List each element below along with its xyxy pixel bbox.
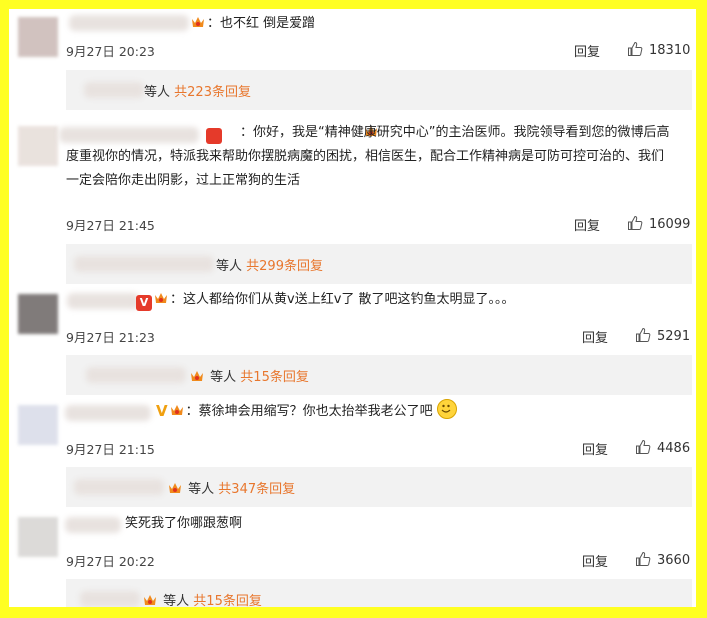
like-count: 18310 <box>649 43 691 58</box>
like-button[interactable]: 16099 <box>627 215 690 232</box>
reply-user-blurred <box>80 591 140 607</box>
reply-count[interactable]: 共299条回复 <box>246 259 323 274</box>
reply-count[interactable]: 共15条回复 <box>240 370 309 385</box>
reply-count[interactable]: 共15条回复 <box>193 594 262 607</box>
like-count: 16099 <box>649 217 691 232</box>
verified-v-icon: V <box>136 295 152 311</box>
username-blurred[interactable] <box>69 15 189 31</box>
avatar[interactable] <box>18 126 58 166</box>
like-count: 5291 <box>657 329 691 344</box>
vip-badge-icon <box>223 123 377 137</box>
sub-replies-summary[interactable]: 等人 共15条回复 <box>141 590 262 607</box>
sub-replies-summary[interactable]: 等人 共299条回复 <box>216 255 323 274</box>
like-count: 3660 <box>657 553 691 568</box>
thumb-up-icon <box>628 215 643 230</box>
sub-replies-summary[interactable]: 等人 共223条回复 <box>144 81 251 100</box>
like-button[interactable]: 18310 <box>627 41 690 58</box>
verified-v-icon: V <box>156 402 168 420</box>
comment-text: V ：这人都给你们从黄v送上红v了 散了吧这钓鱼太明显了。。。 <box>136 288 676 312</box>
reply-user-blurred <box>74 256 214 272</box>
comment-time: 9月27日 20:22 <box>66 554 155 569</box>
like-count: 4486 <box>657 441 691 456</box>
sub-replies[interactable]: 等人 共299条回复 <box>66 244 692 284</box>
verified-v-icon: V <box>206 128 355 144</box>
reply-button[interactable]: 回复 <box>582 551 608 570</box>
comment-time: 9月27日 20:23 <box>66 44 155 59</box>
reply-button[interactable]: 回复 <box>582 327 608 346</box>
comment-text: V ：蔡徐坤会用缩写？你也太抬举我老公了吧 <box>156 399 676 424</box>
reply-count[interactable]: 共347条回复 <box>218 482 295 497</box>
thumb-up-icon <box>636 551 651 566</box>
reply-button[interactable]: 回复 <box>582 439 608 458</box>
comment-text: ：也不红 倒是爱蹭 <box>189 12 676 36</box>
reply-count[interactable]: 共223条回复 <box>174 85 251 100</box>
sub-replies[interactable]: 等人 共15条回复 <box>66 355 692 395</box>
smile-emoji-icon <box>436 399 457 419</box>
like-button[interactable]: 4486 <box>635 439 690 456</box>
avatar[interactable] <box>18 17 58 57</box>
sub-replies-summary[interactable]: 等人 共15条回复 <box>188 366 309 385</box>
vip-badge-icon <box>167 481 183 495</box>
vip-badge-icon <box>189 369 205 383</box>
thumb-up-icon <box>636 439 651 454</box>
reply-user-blurred <box>84 82 144 98</box>
comment-time: 9月27日 21:23 <box>66 330 155 345</box>
reply-user-blurred <box>74 479 164 495</box>
avatar[interactable] <box>18 405 58 445</box>
comment-panel: ：也不红 倒是爱蹭 9月27日 20:23 回复 18310 等人 共223条回… <box>9 9 696 607</box>
avatar[interactable] <box>18 517 58 557</box>
username-blurred[interactable] <box>65 517 121 533</box>
thumb-up-icon <box>636 327 651 342</box>
comment-time: 9月27日 21:15 <box>66 442 155 457</box>
like-button[interactable]: 3660 <box>635 551 690 568</box>
sub-replies[interactable]: 等人 共15条回复 <box>66 579 692 607</box>
comment-text: V：你好，我是“精神健康研究中心”的主治医师。我院领导看到您的微博后高度重视你的… <box>66 123 670 188</box>
username-blurred[interactable] <box>67 293 139 309</box>
sub-replies-summary[interactable]: 等人 共347条回复 <box>166 478 295 497</box>
vip-badge-icon <box>142 593 158 607</box>
like-button[interactable]: 5291 <box>635 327 690 344</box>
vip-badge-icon <box>190 14 206 28</box>
username-blurred[interactable] <box>65 405 151 421</box>
vip-badge-icon <box>153 290 169 304</box>
avatar[interactable] <box>18 294 58 334</box>
thumb-up-icon <box>628 41 643 56</box>
comment-text: 笑死我了你哪跟葱啊 <box>125 516 243 531</box>
vip-badge-icon <box>169 402 185 416</box>
reply-button[interactable]: 回复 <box>574 41 600 60</box>
sub-replies[interactable]: 等人 共347条回复 <box>66 467 692 507</box>
reply-button[interactable]: 回复 <box>574 215 600 234</box>
comment-time: 9月27日 21:45 <box>66 218 155 233</box>
reply-user-blurred <box>86 367 186 383</box>
sub-replies[interactable]: 等人 共223条回复 <box>66 70 692 110</box>
